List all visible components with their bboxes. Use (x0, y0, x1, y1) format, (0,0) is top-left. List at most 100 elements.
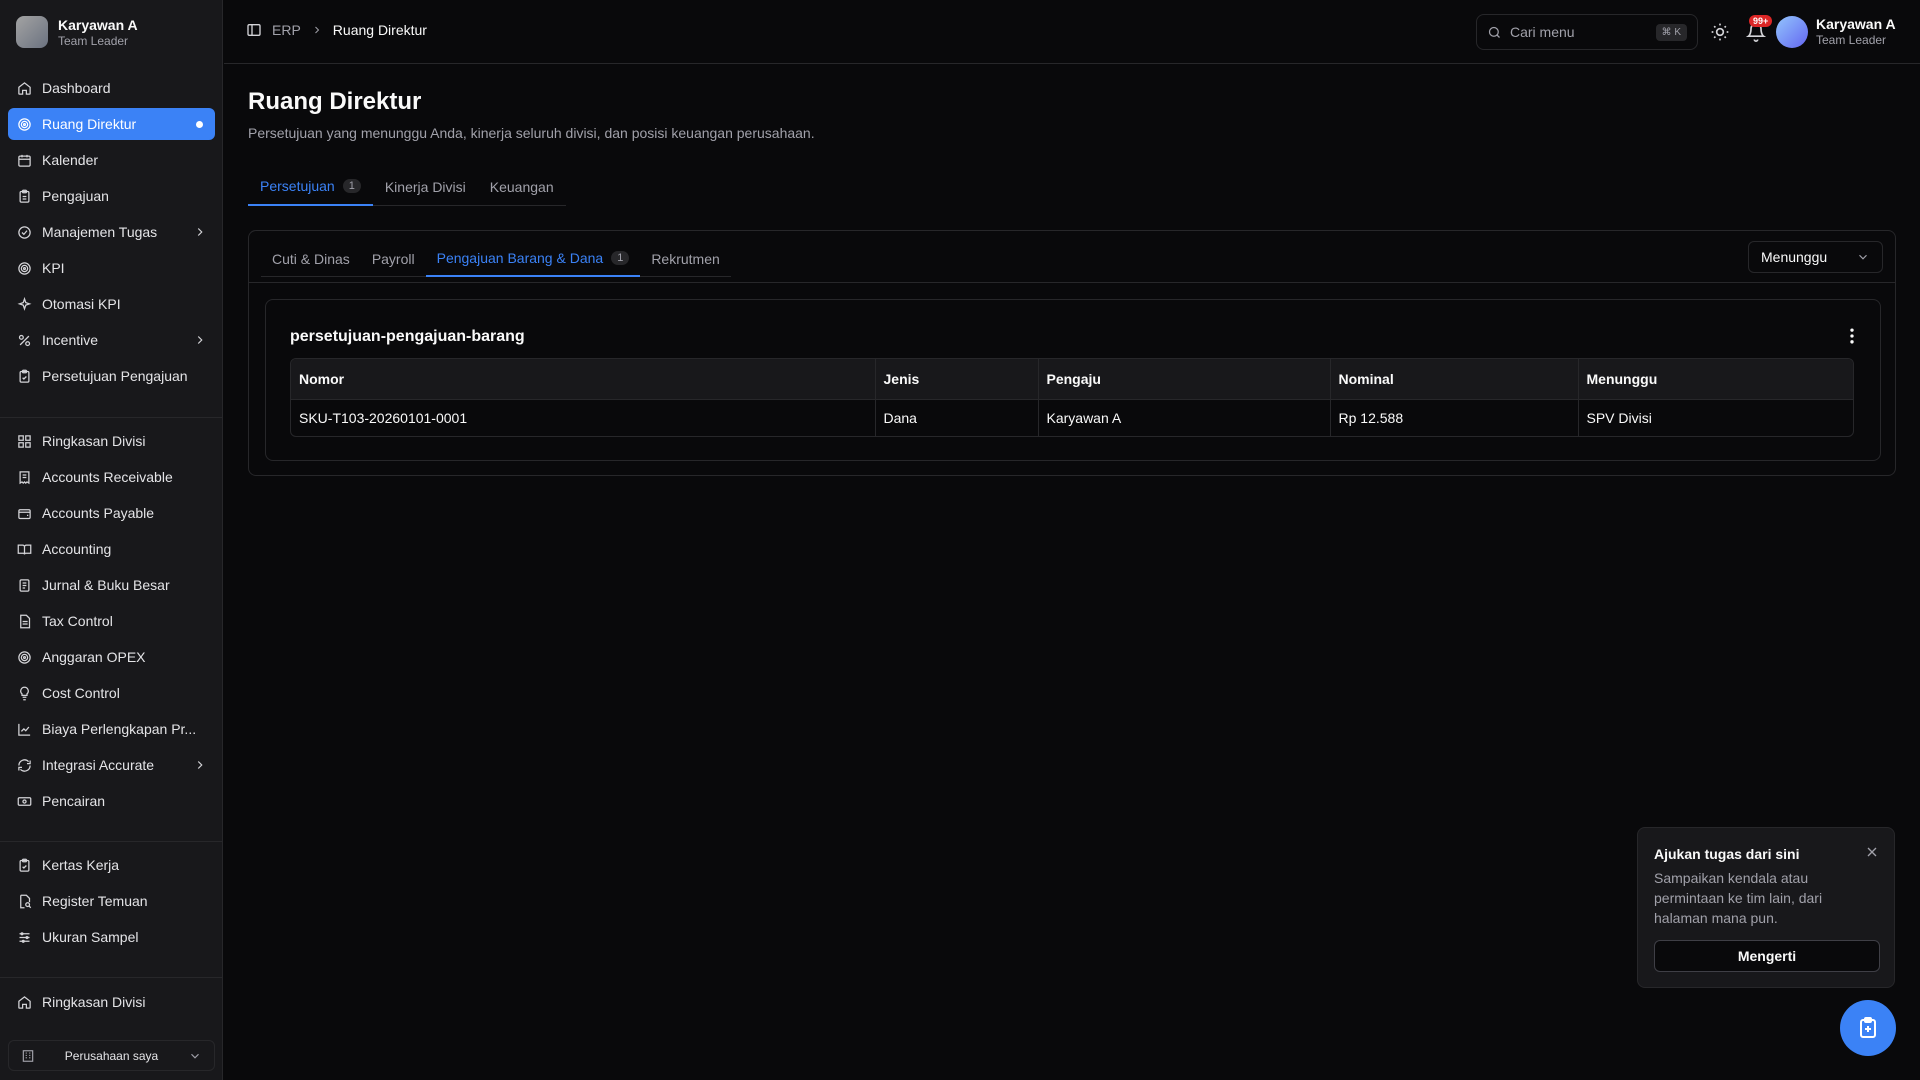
sidebar-item-label: Accounts Receivable (42, 469, 173, 485)
column-header-jenis[interactable]: Jenis (875, 359, 1039, 400)
tab-keuangan[interactable]: Keuangan (478, 168, 566, 206)
sidebar-item-pencairan[interactable]: Pencairan (8, 785, 215, 817)
sidebar-item-kalender[interactable]: Kalender (8, 144, 215, 176)
clipboard-plus-icon (1860, 1017, 1876, 1038)
sidebar-item-biaya-perlengkapan[interactable]: Biaya Perlengkapan Pr... (8, 713, 215, 745)
more-vertical-icon[interactable] (1842, 326, 1862, 346)
sidebar-item-pengajuan[interactable]: Pengajuan (8, 180, 215, 212)
close-icon[interactable] (1864, 844, 1880, 860)
sidebar-item-label: KPI (42, 260, 65, 276)
avatar[interactable] (1776, 16, 1808, 48)
sidebar-item-kpi[interactable]: KPI (8, 252, 215, 284)
breadcrumb: ERP Ruang Direktur (246, 22, 427, 38)
toast-confirm-button[interactable]: Mengerti (1654, 940, 1880, 972)
sidebar-item-manajemen-tugas[interactable]: Manajemen Tugas (8, 216, 215, 248)
tab-kinerja-divisi[interactable]: Kinerja Divisi (373, 168, 478, 206)
sidebar-item-accounts-payable[interactable]: Accounts Payable (8, 497, 215, 529)
sidebar-item-ruang-direktur[interactable]: Ruang Direktur (8, 108, 215, 140)
sidebar-item-cost-control[interactable]: Cost Control (8, 677, 215, 709)
sidebar-item-dashboard[interactable]: Dashboard (8, 72, 215, 104)
sidebar-item-label: Otomasi KPI (42, 296, 121, 312)
search-shortcut: ⌘ K (1655, 23, 1687, 41)
sidebar-item-label: Anggaran OPEX (42, 649, 146, 665)
sidebar-item-label: Register Temuan (42, 893, 148, 909)
status-filter-select[interactable]: Menunggu (1748, 241, 1883, 273)
tasks-icon (16, 224, 32, 240)
sidebar-item-anggaran-opex[interactable]: Anggaran OPEX (8, 641, 215, 673)
panel-header: Cuti & Dinas Payroll Pengajuan Barang & … (249, 231, 1895, 283)
cell-nomor: SKU-T103-20260101-0001 (291, 399, 876, 436)
banknote-icon (16, 793, 32, 809)
search-file-icon (16, 893, 32, 909)
breadcrumb-current: Ruang Direktur (332, 22, 427, 38)
table-row[interactable]: SKU-T103-20260101-0001 Dana Karyawan A R… (291, 399, 1853, 436)
file-text-icon (16, 613, 32, 629)
sidebar-item-ringkasan-divisi-2[interactable]: Ringkasan Divisi (8, 986, 215, 1018)
clipboard-icon (16, 857, 32, 873)
search-placeholder: Cari menu (1510, 24, 1575, 40)
main-tabs: Persetujuan 1 Kinerja Divisi Keuangan (248, 168, 566, 206)
table-header-row: Nomor Jenis Pengaju Nominal Menunggu (291, 359, 1853, 400)
create-task-button[interactable] (1840, 1000, 1896, 1056)
sidebar-item-label: Pencairan (42, 793, 106, 809)
user-role: Team Leader (1816, 33, 1887, 47)
tab-cuti-dinas[interactable]: Cuti & Dinas (261, 241, 361, 277)
tab-label: Payroll (371, 251, 415, 267)
sidebar-item-label: Ringkasan Divisi (42, 433, 146, 449)
company-selector[interactable]: Perusahaan saya (8, 1040, 215, 1071)
user-role: Team Leader (58, 33, 129, 48)
column-header-pengaju[interactable]: Pengaju (1038, 359, 1331, 400)
sidebar-divider (0, 841, 223, 842)
sidebar-item-label: Manajemen Tugas (42, 224, 158, 240)
tab-label: Cuti & Dinas (272, 251, 350, 267)
sidebar-toggle-icon[interactable] (246, 22, 262, 38)
tab-label: Rekrutmen (651, 251, 720, 267)
sidebar-item-register-temuan[interactable]: Register Temuan (8, 885, 215, 917)
sidebar-item-label: Persetujuan Pengajuan (42, 368, 188, 384)
tab-pengajuan-barang-dana[interactable]: Pengajuan Barang & Dana 1 (425, 241, 641, 277)
breadcrumb-erp[interactable]: ERP (272, 22, 301, 38)
home-icon (16, 80, 32, 96)
column-header-nomor[interactable]: Nomor (291, 359, 876, 400)
column-header-nominal[interactable]: Nominal (1330, 359, 1579, 400)
sun-icon[interactable] (1710, 22, 1730, 42)
cell-jenis: Dana (875, 399, 1039, 436)
status-filter-value: Menunggu (1761, 249, 1828, 265)
sidebar-item-ringkasan-divisi[interactable]: Ringkasan Divisi (8, 425, 215, 457)
header-user[interactable]: Karyawan A Team Leader (1816, 16, 1896, 47)
user-name: Karyawan A (1816, 16, 1896, 32)
sidebar-item-otomasi-kpi[interactable]: Otomasi KPI (8, 288, 215, 320)
onboarding-toast: Ajukan tugas dari sini Sampaikan kendala… (1637, 827, 1895, 988)
chevron-right-icon (197, 228, 203, 236)
approvals-panel: Cuti & Dinas Payroll Pengajuan Barang & … (248, 230, 1896, 476)
column-header-menunggu[interactable]: Menunggu (1578, 359, 1853, 400)
card-title: persetujuan-pengajuan-barang (290, 328, 525, 345)
tab-count-badge: 1 (342, 179, 361, 193)
sidebar-item-kertas-kerja[interactable]: Kertas Kerja (8, 849, 215, 881)
sidebar-item-label: Jurnal & Buku Besar (42, 577, 170, 593)
sidebar-divider (0, 417, 223, 418)
sidebar: Karyawan A Team Leader Dashboard Ruang D… (0, 0, 223, 1080)
tab-rekrutmen[interactable]: Rekrutmen (640, 241, 730, 277)
sidebar-item-accounts-receivable[interactable]: Accounts Receivable (8, 461, 215, 493)
active-dot-icon (196, 120, 203, 128)
tab-label: Kinerja Divisi (384, 179, 466, 195)
sidebar-item-jurnal-buku-besar[interactable]: Jurnal & Buku Besar (8, 569, 215, 601)
chevron-right-icon (197, 336, 203, 344)
sidebar-item-persetujuan-pengajuan[interactable]: Persetujuan Pengajuan (8, 360, 215, 392)
sidebar-item-integrasi-accurate[interactable]: Integrasi Accurate (8, 749, 215, 781)
tab-payroll[interactable]: Payroll (361, 241, 426, 277)
sidebar-item-label: Biaya Perlengkapan Pr... (42, 721, 197, 737)
topbar: ERP Ruang Direktur Cari menu ⌘ K 99+ Kar… (224, 0, 1920, 64)
sidebar-user[interactable]: Karyawan A Team Leader (16, 16, 138, 48)
sidebar-item-accounting[interactable]: Accounting (8, 533, 215, 565)
search-input[interactable]: Cari menu ⌘ K (1476, 14, 1698, 50)
sidebar-item-ukuran-sampel[interactable]: Ukuran Sampel (8, 921, 215, 953)
sidebar-item-tax-control[interactable]: Tax Control (8, 605, 215, 637)
wallet-icon (16, 505, 32, 521)
sidebar-item-label: Integrasi Accurate (42, 757, 155, 773)
company-label: Perusahaan saya (64, 1048, 159, 1063)
tab-persetujuan[interactable]: Persetujuan 1 (248, 168, 373, 206)
sidebar-item-label: Accounting (42, 541, 112, 557)
sidebar-item-incentive[interactable]: Incentive (8, 324, 215, 356)
